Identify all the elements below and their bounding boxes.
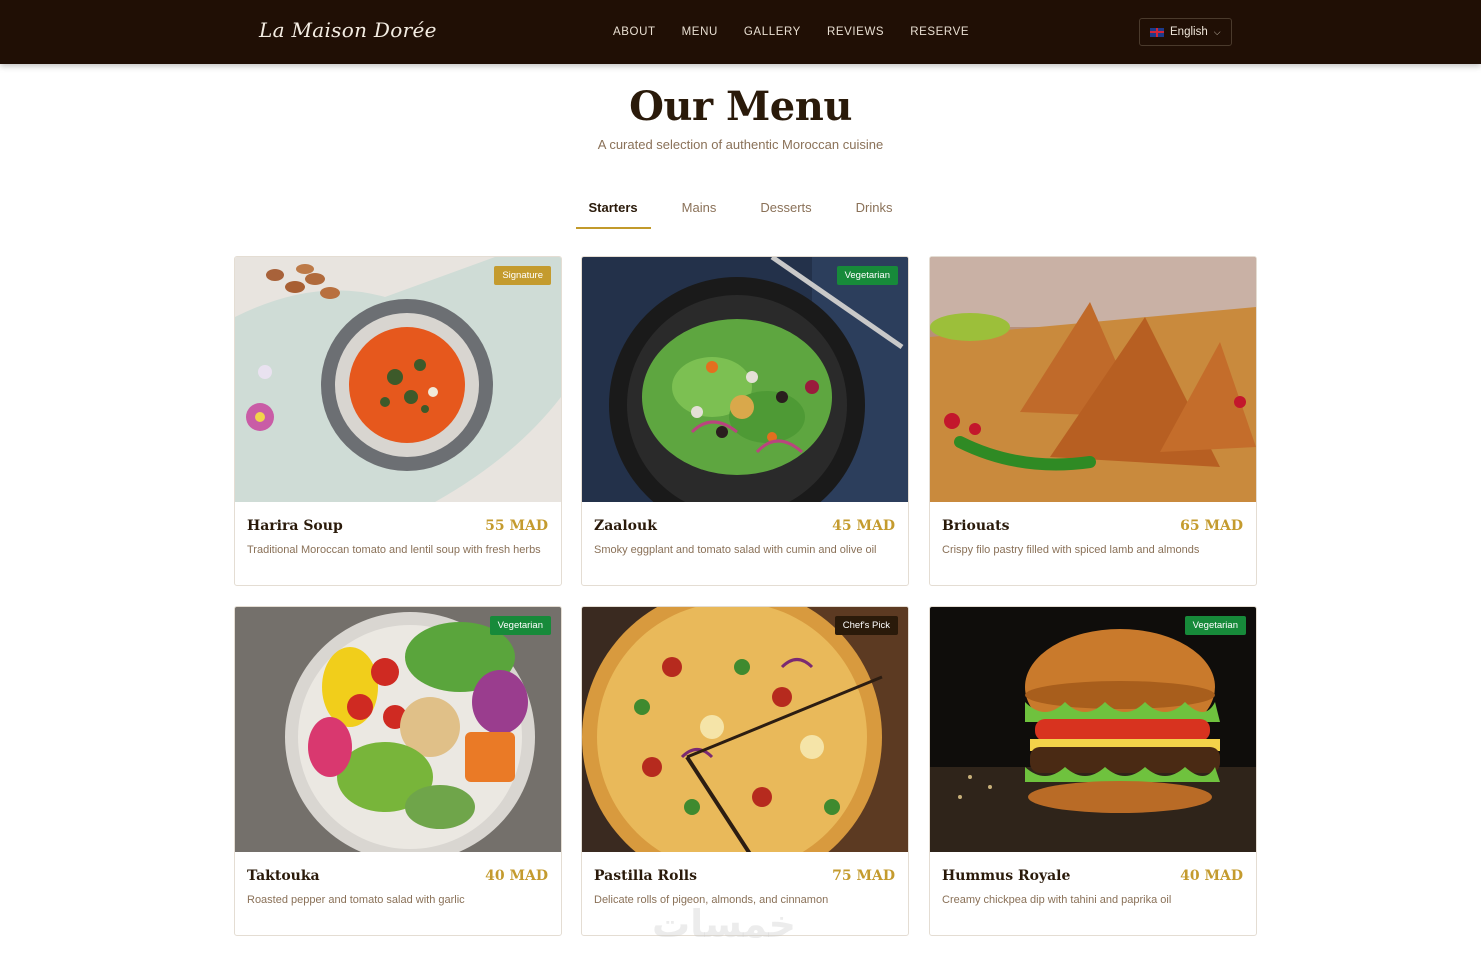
dish-price: 45 MAD xyxy=(832,518,895,534)
nav-link-reviews[interactable]: REVIEWS xyxy=(827,26,884,38)
nav-link-about[interactable]: ABOUT xyxy=(613,26,656,38)
dish-name: Hummus Royale xyxy=(942,868,1071,884)
menu-card[interactable]: Briouats 65 MAD Crispy filo pastry fille… xyxy=(929,256,1257,586)
menu-card[interactable]: Vegetarian Taktouka 40 MAD Roasted peppe… xyxy=(234,606,562,936)
tab-desserts[interactable]: Desserts xyxy=(760,200,811,229)
badge-signature: Signature xyxy=(494,266,551,285)
dish-price: 40 MAD xyxy=(485,868,548,884)
dish-name: Zaalouk xyxy=(594,518,657,534)
soup-bowl-image: Signature xyxy=(235,257,561,502)
dish-name: Briouats xyxy=(942,518,1010,534)
badge-vegetarian: Vegetarian xyxy=(489,616,551,635)
menu-card[interactable]: Vegetarian Zaalouk 45 MAD Smoky eggplant… xyxy=(581,256,909,586)
tab-mains[interactable]: Mains xyxy=(682,200,717,229)
menu-card[interactable]: Signature Harira Soup 55 MAD Traditional… xyxy=(234,256,562,586)
dish-description: Creamy chickpea dip with tahini and papr… xyxy=(942,894,1172,906)
menu-card[interactable]: Vegetarian Hummus Royale 40 MAD Creamy c… xyxy=(929,606,1257,936)
language-label: English xyxy=(1170,26,1208,38)
dish-price: 55 MAD xyxy=(485,518,548,534)
dish-name: Harira Soup xyxy=(247,518,343,534)
badge-chefs-pick: Chef's Pick xyxy=(834,616,898,635)
chevron-down-icon: ⌵ xyxy=(1213,26,1221,37)
menu-tabs: Starters Mains Desserts Drinks xyxy=(0,200,1481,229)
veggie-bowl-image: Vegetarian xyxy=(235,607,561,852)
nav-links: ABOUT MENU GALLERY REVIEWS RESERVE xyxy=(600,0,982,64)
navbar: La Maison Dorée ABOUT MENU GALLERY REVIE… xyxy=(0,0,1481,64)
dish-description: Traditional Moroccan tomato and lentil s… xyxy=(247,544,541,556)
nav-link-reserve[interactable]: RESERVE xyxy=(910,26,969,38)
page-title: Our Menu xyxy=(629,83,852,130)
watermark: خمسات xyxy=(652,904,796,946)
dish-price: 75 MAD xyxy=(832,868,895,884)
uk-flag-icon xyxy=(1150,27,1164,37)
badge-vegetarian: Vegetarian xyxy=(836,266,898,285)
burger-image: Vegetarian xyxy=(930,607,1256,852)
language-selector[interactable]: English ⌵ xyxy=(1139,18,1232,46)
dish-description: Crispy filo pastry filled with spiced la… xyxy=(942,544,1200,556)
dish-description: Smoky eggplant and tomato salad with cum… xyxy=(594,544,877,556)
dish-price: 40 MAD xyxy=(1180,868,1243,884)
page-subtitle: A curated selection of authentic Morocca… xyxy=(597,137,884,152)
menu-card[interactable]: Chef's Pick Pastilla Rolls 75 MAD Delica… xyxy=(581,606,909,936)
nav-link-menu[interactable]: MENU xyxy=(682,26,718,38)
dish-name: Pastilla Rolls xyxy=(594,868,697,884)
pizza-image: Chef's Pick xyxy=(582,607,908,852)
samosas-image xyxy=(930,257,1256,502)
site-logo[interactable]: La Maison Dorée xyxy=(259,18,437,42)
salad-plate-image: Vegetarian xyxy=(582,257,908,502)
dish-description: Roasted pepper and tomato salad with gar… xyxy=(247,894,465,906)
nav-link-gallery[interactable]: GALLERY xyxy=(744,26,801,38)
tab-starters[interactable]: Starters xyxy=(575,200,651,229)
tab-drinks[interactable]: Drinks xyxy=(856,200,893,229)
dish-name: Taktouka xyxy=(247,868,320,884)
dish-price: 65 MAD xyxy=(1180,518,1243,534)
badge-vegetarian: Vegetarian xyxy=(1184,616,1246,635)
